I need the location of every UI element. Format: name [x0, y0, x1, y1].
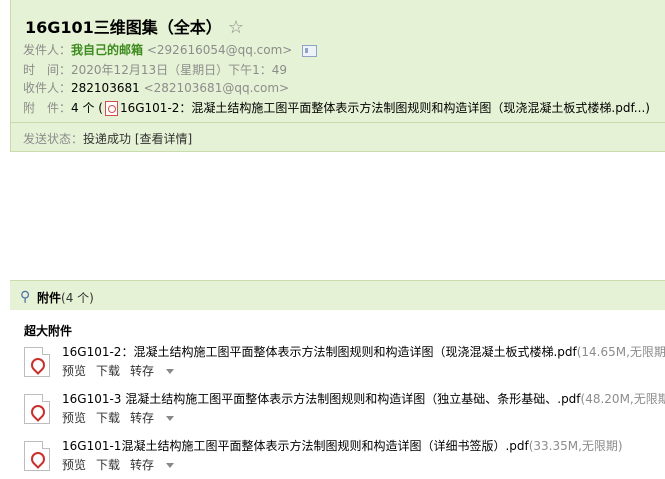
- subject-text: 16G101三维图集（全本）: [25, 18, 222, 37]
- pdf-file-icon[interactable]: [24, 394, 50, 424]
- pdf-file-icon[interactable]: [24, 441, 50, 471]
- attachments-count: 4 个 (: [71, 101, 103, 115]
- attachments-bar-count: (4 个): [61, 291, 94, 305]
- attachment-actions: 预览 下载 转存: [62, 362, 194, 379]
- attachment-meta: (48.20M,无限期: [580, 392, 665, 406]
- chevron-down-icon: [166, 416, 175, 421]
- save-to-button[interactable]: 转存: [130, 364, 184, 378]
- time-row: 时 间：2020年12月13日（星期日）下午1：49: [23, 62, 287, 78]
- view-details-link[interactable]: [查看详情]: [135, 132, 192, 146]
- attachment-filename[interactable]: 16G101-2：混凝土结构施工图平面整体表示方法制图规则和构造详图（现浇混凝土…: [62, 345, 577, 359]
- attachment-name: 16G101-2：混凝土结构施工图平面整体表示方法制图规则和构造详图（现浇混凝土…: [62, 343, 665, 360]
- attachment-meta: (33.35M,无限期): [528, 439, 623, 453]
- sender-name[interactable]: 我自己的邮箱: [71, 43, 143, 57]
- attachments-label: 附 件：: [23, 101, 72, 115]
- attachment-filename[interactable]: 16G101-1混凝土结构施工图平面整体表示方法制图规则和构造详图（详细书签版）…: [62, 439, 529, 453]
- attachments-title: 附件: [37, 291, 62, 305]
- email-header: 16G101三维图集（全本） ☆ 发件人：我自己的邮箱 <292616054@qq…: [10, 0, 665, 152]
- attachments-summary-row: 附 件：4 个 ( 16G101-2：混凝土结构施工图平面整体表示方法制图规则和构…: [23, 100, 650, 116]
- attachment-item: 16G101-2：混凝土结构施工图平面整体表示方法制图规则和构造详图（现浇混凝土…: [24, 343, 665, 385]
- preview-button[interactable]: 预览: [62, 364, 86, 378]
- sender-label: 发件人：: [23, 43, 72, 57]
- attachment-item: 16G101-3 混凝土结构施工图平面整体表示方法制图规则和构造详图（独立基础、…: [24, 390, 665, 432]
- save-to-label: 转存: [130, 364, 155, 378]
- status-value: 投递成功: [83, 132, 132, 146]
- save-to-button[interactable]: 转存: [130, 411, 184, 425]
- chevron-down-icon: [166, 463, 175, 468]
- recipient-address: <282103681@qq.com>: [143, 81, 290, 95]
- attachments-bar: ⚲ 附件(4 个): [10, 280, 665, 310]
- time-value: 2020年12月13日（星期日）下午1：49: [71, 63, 287, 77]
- attachment-summary-link[interactable]: 16G101-2：混凝土结构施工图平面整体表示方法制图规则和构造详图（现浇混凝土…: [120, 101, 650, 115]
- attachment-filename[interactable]: 16G101-3 混凝土结构施工图平面整体表示方法制图规则和构造详图（独立基础、…: [62, 392, 581, 406]
- attachments-bar-title: 附件(4 个): [37, 289, 94, 306]
- time-label: 时 间：: [23, 63, 72, 77]
- pdf-icon: [104, 101, 118, 116]
- sender-address: <292616054@qq.com>: [146, 43, 293, 57]
- status-label: 发送状态：: [23, 132, 84, 146]
- save-to-button[interactable]: 转存: [130, 458, 184, 472]
- sender-row: 发件人：我自己的邮箱 <292616054@qq.com>: [23, 42, 318, 58]
- attachment-name: 16G101-1混凝土结构施工图平面整体表示方法制图规则和构造详图（详细书签版）…: [62, 437, 623, 454]
- download-button[interactable]: 下载: [96, 364, 120, 378]
- preview-button[interactable]: 预览: [62, 411, 86, 425]
- recipient-name[interactable]: 282103681: [71, 81, 140, 95]
- header-divider: [11, 122, 665, 123]
- attachment-name: 16G101-3 混凝土结构施工图平面整体表示方法制图规则和构造详图（独立基础、…: [62, 390, 665, 407]
- email-subject: 16G101三维图集（全本） ☆: [25, 14, 244, 38]
- large-attachments-heading: 超大附件: [24, 324, 73, 338]
- recipient-row: 收件人：282103681 <282103681@qq.com>: [23, 80, 289, 96]
- recipient-label: 收件人：: [23, 81, 72, 95]
- attachment-meta: (14.65M,无限期: [576, 345, 665, 359]
- attachment-actions: 预览 下载 转存: [62, 456, 194, 473]
- chevron-down-icon: [166, 369, 175, 374]
- download-button[interactable]: 下载: [96, 411, 120, 425]
- contact-card-icon[interactable]: [302, 44, 318, 57]
- paperclip-icon: ⚲: [20, 289, 31, 305]
- save-to-label: 转存: [130, 458, 155, 472]
- preview-button[interactable]: 预览: [62, 458, 86, 472]
- save-to-label: 转存: [130, 411, 155, 425]
- status-row: 发送状态：投递成功 [查看详情]: [23, 130, 192, 147]
- download-button[interactable]: 下载: [96, 458, 120, 472]
- pdf-file-icon[interactable]: [24, 347, 50, 377]
- star-icon[interactable]: ☆: [228, 17, 244, 38]
- attachment-actions: 预览 下载 转存: [62, 409, 194, 426]
